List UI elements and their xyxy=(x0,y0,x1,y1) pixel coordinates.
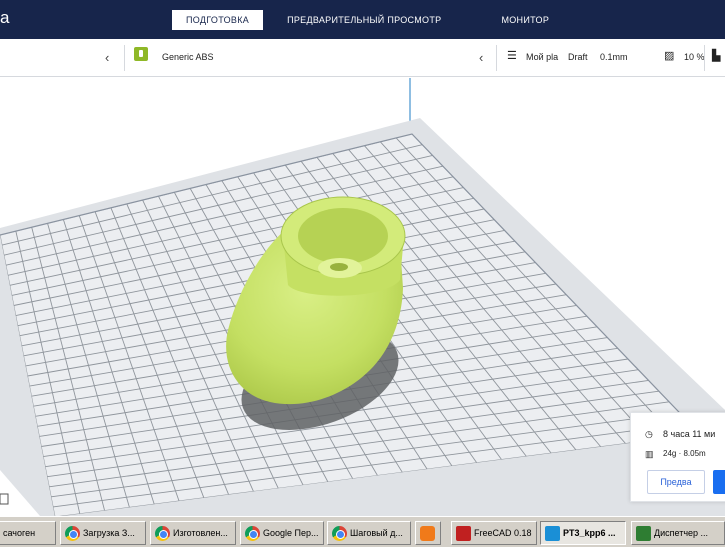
chrome-icon xyxy=(245,526,260,542)
taskbar-item-cad[interactable]: сачоген xyxy=(0,521,56,545)
taskbar-item-chrome-manufacturing[interactable]: Изготовлен... xyxy=(150,521,236,545)
3d-viewport[interactable] xyxy=(0,78,725,516)
material-badge-icon xyxy=(134,47,148,61)
support-icon[interactable]: ▙ xyxy=(712,49,720,62)
filament-icon: ▥ xyxy=(645,449,654,459)
tab-preview[interactable]: ПРЕДВАРИТЕЛЬНЫЙ ПРОСМОТР xyxy=(273,10,455,30)
taskbar-item-chrome-stepper[interactable]: Шаговый д... xyxy=(327,521,411,545)
slice-button[interactable] xyxy=(713,470,725,494)
freecad-icon xyxy=(456,526,471,542)
tab-monitor[interactable]: МОНИТОР xyxy=(487,10,563,30)
taskbar-item-freecad[interactable]: FreeCAD 0.18 xyxy=(451,521,537,545)
taskbar-item-cura[interactable]: PT3_kpp6 ... xyxy=(540,521,626,545)
preview-button[interactable]: Предвa xyxy=(647,470,705,494)
chrome-icon xyxy=(155,526,170,542)
layer-height[interactable]: 0.1mm xyxy=(600,52,628,62)
profile-icon: ☰ xyxy=(507,50,517,62)
model-inner-hole xyxy=(330,263,348,271)
quality-name[interactable]: Draft xyxy=(568,52,588,62)
media-player-icon xyxy=(420,526,435,542)
print-time: 8 часа 11 ми xyxy=(663,429,716,439)
chrome-icon xyxy=(65,526,80,542)
divider xyxy=(124,45,125,71)
stage-tabs: ПОДГОТОВКА ПРЕДВАРИТЕЛЬНЫЙ ПРОСМОТР МОНИ… xyxy=(172,10,571,30)
print-info-panel: ◷ 8 часа 11 ми ▥ 24g · 8.05m Предвa xyxy=(630,412,725,502)
chrome-icon xyxy=(332,526,347,542)
top-navigation-bar: a ПОДГОТОВКА ПРЕДВАРИТЕЛЬНЫЙ ПРОСМОТР МО… xyxy=(0,0,725,39)
printer-chevron-left-icon[interactable]: ‹ xyxy=(105,50,109,65)
app-logo: a xyxy=(0,8,10,27)
taskbar-item-media[interactable] xyxy=(415,521,441,545)
infill-value[interactable]: 10 % xyxy=(684,52,705,62)
divider xyxy=(496,45,497,71)
cura-icon xyxy=(545,526,560,542)
view-cube-icon[interactable] xyxy=(0,493,9,505)
settings-chevron-left-icon[interactable]: ‹ xyxy=(479,50,483,65)
divider xyxy=(704,45,705,71)
profile-name[interactable]: Мой pla xyxy=(526,52,558,62)
build-plate-scene[interactable] xyxy=(0,78,725,516)
taskbar: сачоген Загрузка З... Изготовлен... Goog… xyxy=(0,516,725,547)
taskbar-item-chrome-download[interactable]: Загрузка З... xyxy=(60,521,146,545)
taskbar-item-chrome-translate[interactable]: Google Пер... xyxy=(240,521,324,545)
model-opening xyxy=(298,208,388,264)
clock-icon: ◷ xyxy=(645,429,653,439)
task-manager-icon xyxy=(636,526,651,542)
taskbar-item-task-manager[interactable]: Диспетчер ... xyxy=(631,521,725,545)
material-name[interactable]: Generic ABS xyxy=(162,52,214,62)
print-setup-strip: ‹ Generic ABS ‹ ☰ Мой pla Draft 0.1mm ▨ … xyxy=(0,39,725,77)
material-usage: 24g · 8.05m xyxy=(663,449,706,458)
tab-prepare[interactable]: ПОДГОТОВКА xyxy=(172,10,264,30)
infill-icon: ▨ xyxy=(664,50,675,62)
